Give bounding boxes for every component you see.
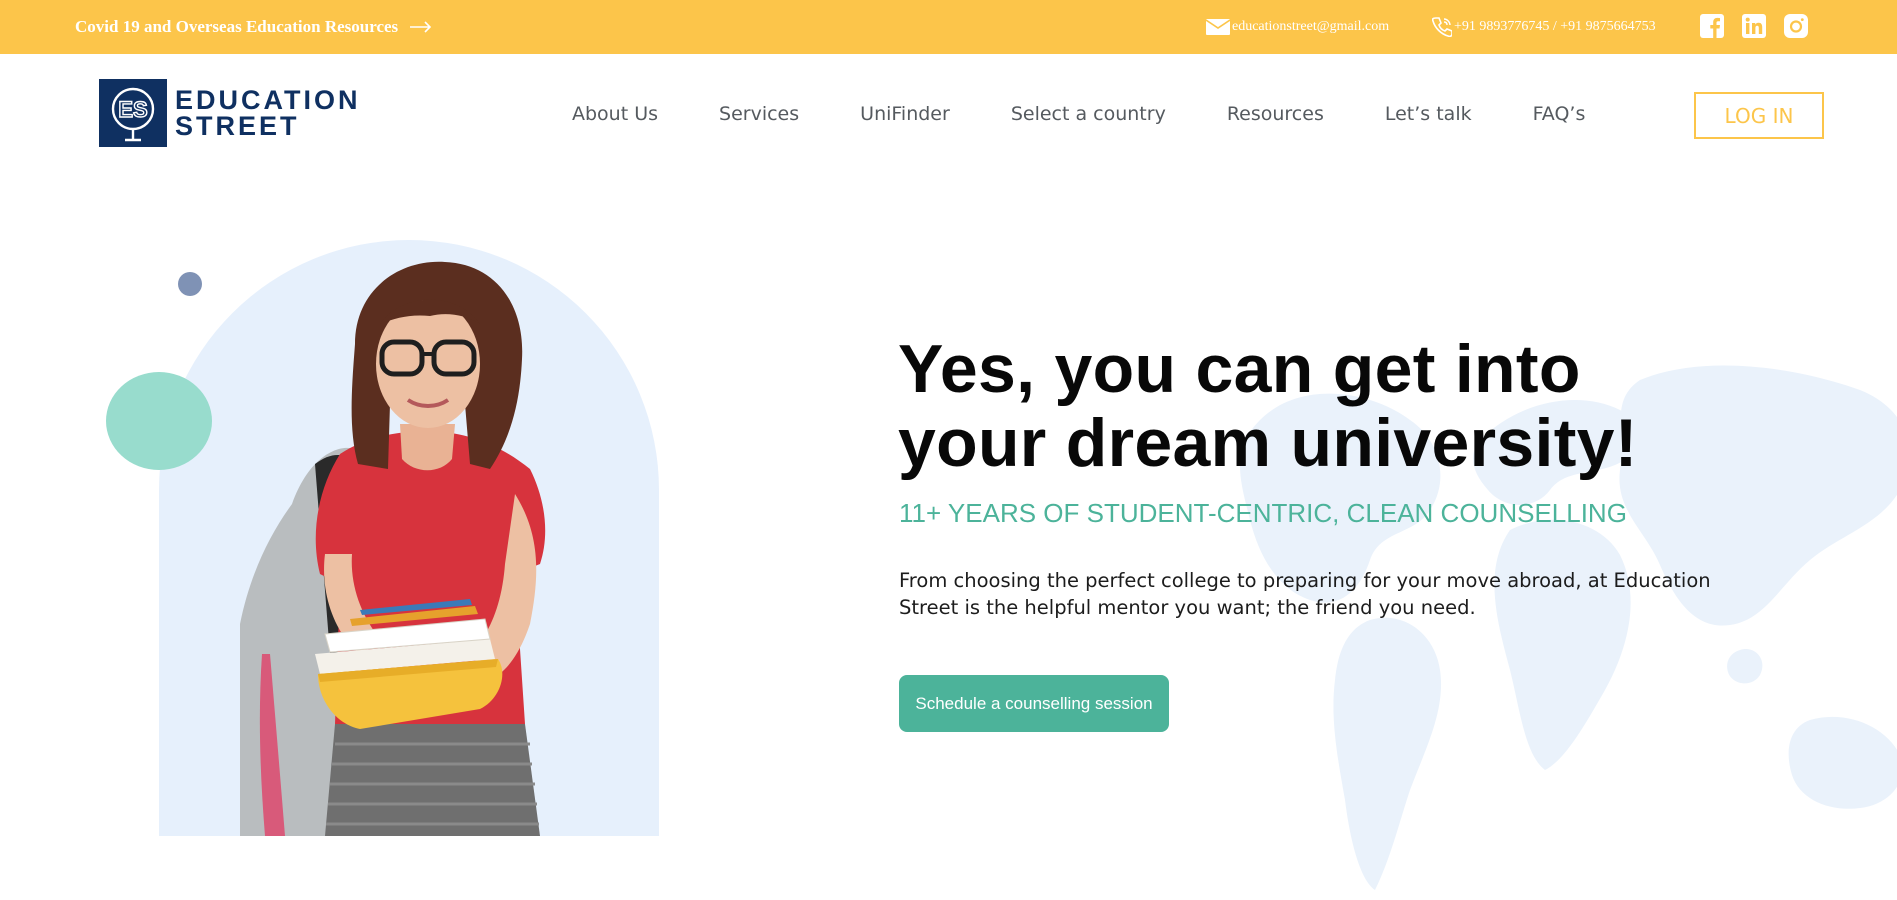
mail-icon	[1206, 19, 1230, 35]
nav-select-country[interactable]: Select a country	[1011, 102, 1166, 126]
hero-subtitle: 11+ YEARS OF STUDENT-CENTRIC, CLEAN COUN…	[899, 498, 1627, 528]
login-button[interactable]: LOG IN	[1694, 92, 1824, 139]
decorative-dot-large	[106, 372, 212, 470]
contact-phone[interactable]: +91 9893776745 / +91 9875664753	[1432, 14, 1656, 40]
covid-resources-link[interactable]: Covid 19 and Overseas Education Resource…	[75, 16, 432, 38]
logo-line-street: STREET	[175, 111, 300, 141]
svg-text:ES: ES	[118, 97, 147, 122]
arrow-right-icon	[410, 21, 432, 33]
hero-visual	[0, 174, 800, 900]
email-text: educationstreet@gmail.com	[1232, 19, 1390, 34]
hero-title-line-1: Yes, you can get into	[898, 331, 1581, 407]
education-street-logo[interactable]: ES EDUCATION STREET	[99, 79, 361, 147]
facebook-icon[interactable]	[1700, 14, 1724, 38]
logo-wordmark: EDUCATION STREET	[175, 85, 361, 141]
top-bar: Covid 19 and Overseas Education Resource…	[0, 0, 1897, 54]
nav-unifinder[interactable]: UniFinder	[860, 102, 950, 126]
phone-icon	[1432, 17, 1452, 37]
hero-title: Yes, you can get into your dream univers…	[898, 332, 1798, 480]
phone-text: +91 9893776745 / +91 9875664753	[1454, 19, 1656, 34]
decorative-dot-small	[178, 272, 202, 296]
nav-lets-talk[interactable]: Let’s talk	[1385, 102, 1472, 126]
linkedin-icon[interactable]	[1742, 14, 1766, 38]
hero-title-line-2: your dream university!	[898, 405, 1638, 481]
logo-mark: ES	[99, 79, 167, 147]
main-nav: About Us Services UniFinder Select a cou…	[572, 102, 1585, 126]
logo-line-education: EDUCATION	[175, 85, 361, 115]
nav-resources[interactable]: Resources	[1227, 102, 1324, 126]
nav-faqs[interactable]: FAQ’s	[1533, 102, 1586, 126]
covid-resources-label: Covid 19 and Overseas Education Resource…	[75, 17, 399, 36]
site-header: ES EDUCATION STREET About Us Services Un…	[0, 54, 1897, 174]
student-photo	[240, 261, 546, 836]
nav-services[interactable]: Services	[719, 102, 799, 126]
hero-description: From choosing the perfect college to pre…	[899, 569, 1711, 619]
nav-about-us[interactable]: About Us	[572, 102, 658, 126]
contact-email[interactable]: educationstreet@gmail.com	[1206, 14, 1389, 40]
schedule-session-button[interactable]: Schedule a counselling session	[899, 675, 1169, 732]
instagram-icon[interactable]	[1784, 14, 1808, 38]
